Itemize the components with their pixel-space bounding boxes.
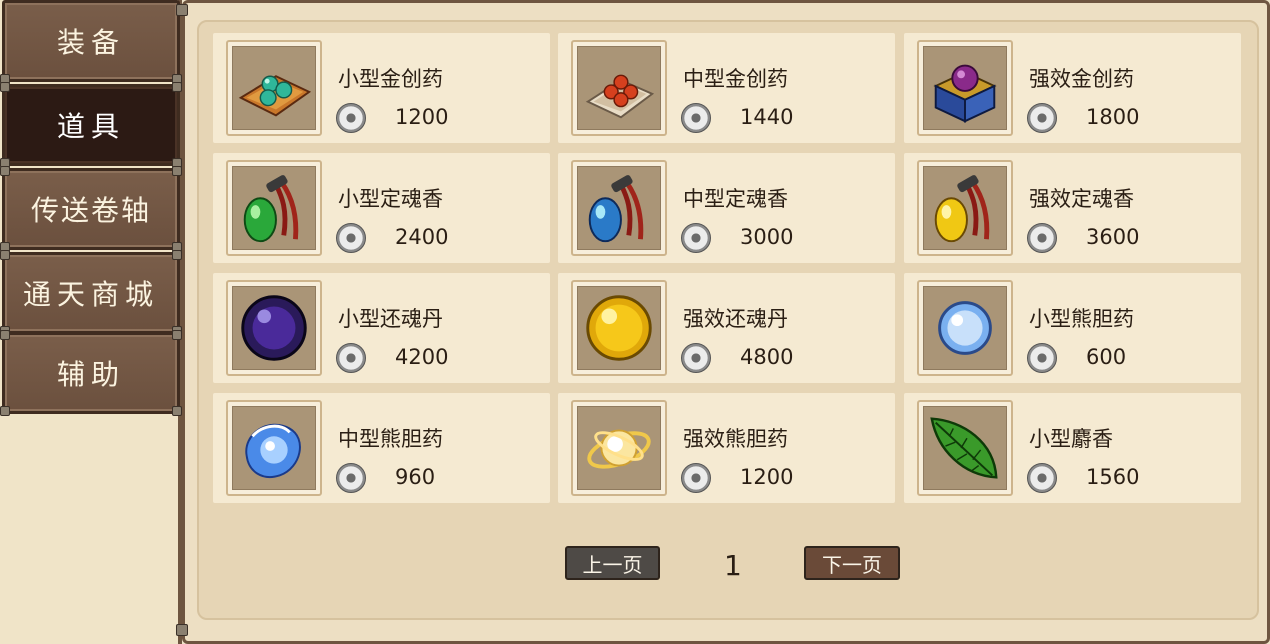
frame-corner-icon (176, 624, 188, 636)
item-card[interactable]: 强效还魂丹 4800 (558, 273, 895, 383)
item-card[interactable]: 中型定魂香 3000 (558, 153, 895, 263)
item-card[interactable]: 强效定魂香 3600 (904, 153, 1241, 263)
tab-tongtian-mall[interactable]: 通天商城 (0, 250, 182, 336)
corner-stud-icon (0, 166, 10, 176)
dark-purple-orb-icon (241, 295, 307, 361)
item-price: 4200 (395, 345, 449, 369)
item-icon-frame (226, 280, 322, 376)
item-name: 小型熊胆药 (1029, 307, 1134, 331)
purple-orb-chest-icon (933, 64, 997, 123)
item-name: 中型金创药 (683, 67, 788, 91)
item-name: 小型麝香 (1029, 427, 1113, 451)
page-number: 1 (724, 549, 742, 582)
item-price: 600 (1086, 345, 1127, 369)
item-card[interactable]: 中型金创药 1440 (558, 33, 895, 143)
item-icon-frame (917, 400, 1013, 496)
item-name: 强效还魂丹 (683, 307, 788, 331)
item-card[interactable]: 小型还魂丹 4200 (213, 273, 550, 383)
corner-stud-icon (172, 330, 182, 340)
item-name: 小型金创药 (338, 67, 443, 91)
silver-coin-icon (336, 223, 366, 253)
tab-label: 辅助 (56, 358, 125, 391)
tab-label: 道具 (56, 110, 125, 143)
light-blue-orb-icon (938, 301, 992, 355)
frame-corner-icon (176, 4, 188, 16)
silver-coin-icon (1027, 223, 1057, 253)
item-name: 中型定魂香 (683, 187, 788, 211)
item-price: 3600 (1086, 225, 1140, 249)
silver-coin-icon (1027, 463, 1057, 493)
item-price: 1200 (740, 465, 794, 489)
gold-orb-icon (586, 295, 652, 361)
item-name: 中型熊胆药 (338, 427, 443, 451)
tab-label: 装备 (56, 26, 125, 59)
corner-stud-icon (0, 82, 10, 92)
item-price: 1440 (740, 105, 794, 129)
red-pills-on-cloth-icon (585, 74, 655, 119)
corner-stud-icon (172, 406, 182, 416)
item-name: 强效金创药 (1029, 67, 1134, 91)
item-card[interactable]: 强效金创药 1800 (904, 33, 1241, 143)
item-icon-frame (917, 40, 1013, 136)
corner-stud-icon (172, 82, 182, 92)
corner-stud-icon (172, 166, 182, 176)
tab-auxiliary[interactable]: 辅助 (0, 330, 182, 416)
item-price: 3000 (740, 225, 794, 249)
item-icon-frame (917, 280, 1013, 376)
item-name: 强效定魂香 (1029, 187, 1134, 211)
item-name: 小型还魂丹 (338, 307, 443, 331)
gold-light-swirl-icon (587, 429, 651, 469)
tab-label: 传送卷轴 (30, 194, 151, 227)
silver-coin-icon (1027, 343, 1057, 373)
silver-coin-icon (681, 223, 711, 253)
silver-coin-icon (336, 103, 366, 133)
yellow-incense-pouch-icon (934, 175, 990, 243)
item-price: 1200 (395, 105, 449, 129)
tab-teleport-scrolls[interactable]: 传送卷轴 (0, 166, 182, 252)
silver-coin-icon (336, 463, 366, 493)
previous-page-button[interactable]: 上一页 (565, 546, 660, 580)
item-card[interactable]: 小型熊胆药 600 (904, 273, 1241, 383)
tab-equipment[interactable]: 装备 (0, 0, 182, 84)
item-icon-frame (571, 280, 667, 376)
item-icon-frame (226, 160, 322, 256)
item-card[interactable]: 小型定魂香 2400 (213, 153, 550, 263)
corner-stud-icon (0, 330, 10, 340)
item-icon-frame (571, 160, 667, 256)
item-icon-frame (917, 160, 1013, 256)
item-icon-frame (226, 400, 322, 496)
green-leaf-icon (930, 417, 998, 479)
tab-label: 通天商城 (22, 278, 159, 311)
silver-coin-icon (336, 343, 366, 373)
item-icon-frame (571, 40, 667, 136)
item-price: 1800 (1086, 105, 1140, 129)
item-card[interactable]: 中型熊胆药 960 (213, 393, 550, 503)
corner-stud-icon (0, 250, 10, 260)
item-price: 2400 (395, 225, 449, 249)
corner-stud-icon (172, 250, 182, 260)
category-tab-column: 装备 道具 传送卷轴 通天商城 辅助 (0, 0, 182, 644)
item-price: 1560 (1086, 465, 1140, 489)
item-name: 强效熊胆药 (683, 427, 788, 451)
silver-coin-icon (681, 343, 711, 373)
blue-water-swirl-icon (245, 423, 301, 478)
silver-coin-icon (681, 463, 711, 493)
item-icon-frame (571, 400, 667, 496)
item-card[interactable]: 强效熊胆药 1200 (558, 393, 895, 503)
item-price: 960 (395, 465, 436, 489)
green-pills-on-cloth-icon (238, 75, 312, 117)
item-card[interactable]: 小型麝香 1560 (904, 393, 1241, 503)
item-price: 4800 (740, 345, 794, 369)
corner-stud-icon (0, 406, 10, 416)
tab-items[interactable]: 道具 (0, 82, 182, 168)
item-card[interactable]: 小型金创药 1200 (213, 33, 550, 143)
silver-coin-icon (1027, 103, 1057, 133)
blue-incense-pouch-icon (588, 175, 644, 243)
green-incense-pouch-icon (243, 175, 299, 243)
item-icon-frame (226, 40, 322, 136)
next-page-button[interactable]: 下一页 (804, 546, 900, 580)
silver-coin-icon (681, 103, 711, 133)
item-name: 小型定魂香 (338, 187, 443, 211)
